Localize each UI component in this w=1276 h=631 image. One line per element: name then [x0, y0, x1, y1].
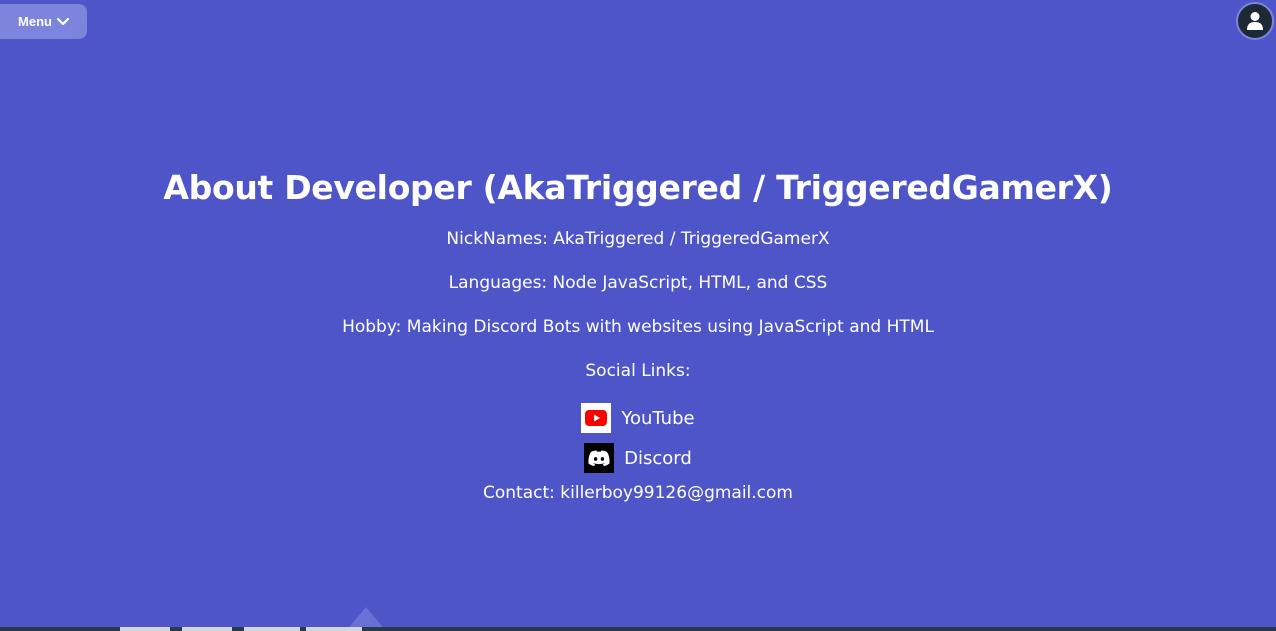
taskbar-item[interactable]: [182, 627, 232, 631]
taskbar-item[interactable]: [120, 627, 170, 631]
discord-icon: [584, 443, 615, 473]
youtube-icon: [581, 403, 612, 433]
taskbar-item[interactable]: [306, 627, 362, 631]
chevron-down-icon: [56, 17, 69, 25]
social-row-discord: Discord: [0, 443, 1276, 481]
discord-label: Discord: [624, 447, 692, 469]
social-row-youtube: YouTube: [0, 403, 1276, 443]
taskbar-strip: [0, 627, 1276, 631]
youtube-link[interactable]: YouTube: [581, 403, 695, 433]
contact-text: Contact: killerboy99126@gmail.com: [483, 483, 793, 503]
nicknames-text: NickNames: AkaTriggered / TriggeredGamer…: [446, 229, 830, 249]
taskbar-item[interactable]: [244, 627, 300, 631]
user-icon: [1247, 12, 1263, 30]
youtube-label: YouTube: [621, 407, 695, 429]
page-title: About Developer (AkaTriggered / Triggere…: [163, 168, 1113, 207]
avatar[interactable]: [1236, 2, 1274, 40]
social-links-heading: Social Links:: [585, 361, 691, 381]
languages-text: Languages: Node JavaScript, HTML, and CS…: [448, 273, 828, 293]
discord-link[interactable]: Discord: [584, 443, 692, 473]
hobby-text: Hobby: Making Discord Bots with websites…: [342, 317, 934, 337]
menu-button[interactable]: Menu: [0, 4, 87, 39]
about-section: About Developer (AkaTriggered / Triggere…: [0, 168, 1276, 505]
menu-label: Menu: [18, 14, 52, 29]
